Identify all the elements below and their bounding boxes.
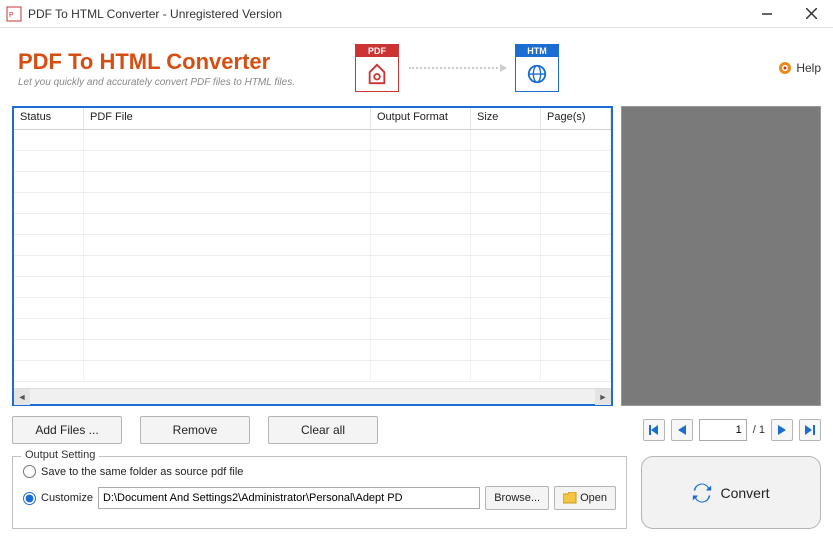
page-input[interactable] <box>699 419 747 441</box>
page-total: / 1 <box>753 424 765 436</box>
col-size[interactable]: Size <box>471 108 541 129</box>
next-page-button[interactable] <box>771 419 793 441</box>
convert-button[interactable]: Convert <box>641 456 821 529</box>
add-files-button[interactable]: Add Files ... <box>12 416 122 444</box>
app-subtitle: Let you quickly and accurately convert P… <box>18 77 295 88</box>
output-path-input[interactable] <box>98 487 480 509</box>
scroll-right-icon[interactable]: ► <box>595 389 611 405</box>
app-title: PDF To HTML Converter <box>18 49 295 75</box>
grid-body <box>14 130 611 388</box>
app-icon: P <box>6 6 22 22</box>
svg-text:P: P <box>9 12 14 19</box>
same-folder-radio[interactable]: Save to the same folder as source pdf fi… <box>23 465 616 478</box>
grid-scrollbar[interactable]: ◄ ► <box>14 388 611 404</box>
remove-button[interactable]: Remove <box>140 416 250 444</box>
open-button[interactable]: Open <box>554 486 616 510</box>
scroll-left-icon[interactable]: ◄ <box>14 389 30 405</box>
convert-icon <box>692 483 712 503</box>
prev-page-button[interactable] <box>671 419 693 441</box>
minimize-button[interactable] <box>745 0 789 28</box>
help-icon <box>778 61 792 75</box>
first-page-button[interactable] <box>643 419 665 441</box>
arrow-icon <box>409 67 505 69</box>
output-legend: Output Setting <box>21 449 99 461</box>
close-button[interactable] <box>789 0 833 28</box>
pdf-format-icon: PDF <box>355 44 399 92</box>
col-format[interactable]: Output Format <box>371 108 471 129</box>
preview-pane <box>621 106 821 406</box>
grid-header: Status PDF File Output Format Size Page(… <box>14 108 611 130</box>
col-pages[interactable]: Page(s) <box>541 108 611 129</box>
help-link[interactable]: Help <box>778 61 821 75</box>
browse-button[interactable]: Browse... <box>485 486 549 510</box>
customize-radio[interactable]: Customize <box>23 492 93 505</box>
titlebar: P PDF To HTML Converter - Unregistered V… <box>0 0 833 28</box>
header: PDF To HTML Converter Let you quickly an… <box>12 38 821 106</box>
col-file[interactable]: PDF File <box>84 108 371 129</box>
output-setting-group: Output Setting Save to the same folder a… <box>12 456 627 529</box>
folder-icon <box>563 492 577 504</box>
file-grid[interactable]: Status PDF File Output Format Size Page(… <box>12 106 613 406</box>
clear-all-button[interactable]: Clear all <box>268 416 378 444</box>
page-nav: / 1 <box>643 419 821 441</box>
col-status[interactable]: Status <box>14 108 84 129</box>
last-page-button[interactable] <box>799 419 821 441</box>
window-title: PDF To HTML Converter - Unregistered Ver… <box>28 7 745 21</box>
htm-format-icon: HTM <box>515 44 559 92</box>
